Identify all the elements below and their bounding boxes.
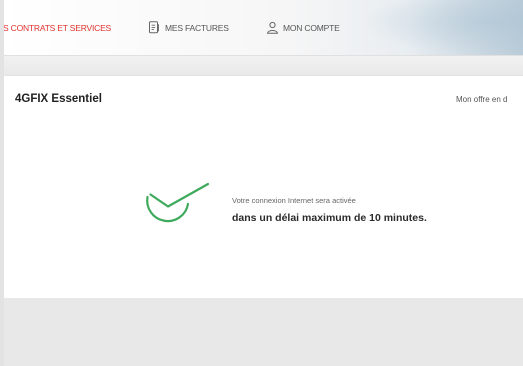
user-icon (266, 21, 279, 34)
invoice-icon (148, 21, 161, 34)
nav-mon-compte[interactable]: MON COMPTE (266, 0, 340, 55)
offer-title: 4GFIX Essentiel (15, 93, 102, 105)
activation-message-line2: dans un délai maximum de 10 minutes. (232, 212, 427, 224)
page-bottom-area (0, 298, 523, 366)
nav-mes-factures[interactable]: MES FACTURES (148, 0, 229, 55)
activation-message: Votre connexion Internet sera activée da… (232, 196, 427, 224)
offer-card: 4GFIX Essentiel Mon offre en d Votre con… (4, 76, 523, 298)
activation-message-line1: Votre connexion Internet sera activée (232, 196, 356, 205)
subheader-band (0, 55, 523, 76)
nav-contrats-services[interactable]: S CONTRATS ET SERVICES (3, 0, 111, 55)
nav-contrats-label: S CONTRATS ET SERVICES (3, 22, 112, 33)
nav-compte-label: MON COMPTE (283, 22, 340, 33)
check-icon (140, 182, 212, 243)
top-navigation-bar: S CONTRATS ET SERVICES MES FACTURES MON … (0, 0, 523, 55)
left-edge (0, 0, 4, 366)
nav-factures-label: MES FACTURES (165, 22, 229, 33)
mon-offre-link[interactable]: Mon offre en d (456, 95, 507, 104)
header-background (360, 0, 523, 55)
